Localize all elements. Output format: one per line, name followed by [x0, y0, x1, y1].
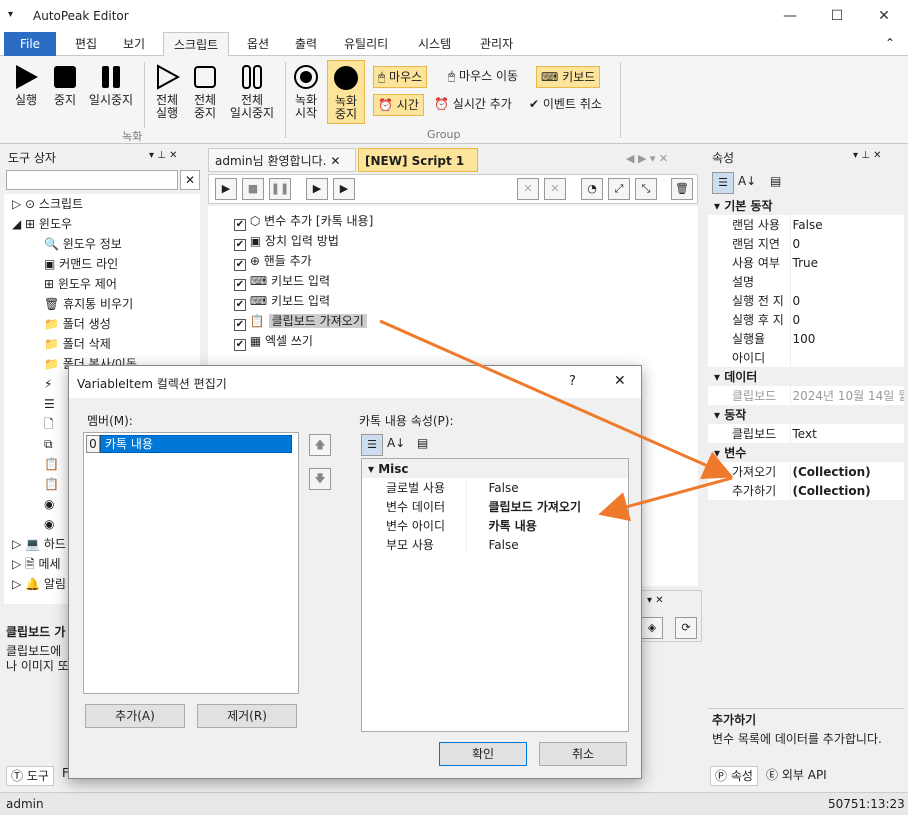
annotation-arrows — [379, 319, 734, 522]
arrow-to-variable-data — [598, 476, 733, 522]
arrow-to-collection — [379, 319, 734, 480]
